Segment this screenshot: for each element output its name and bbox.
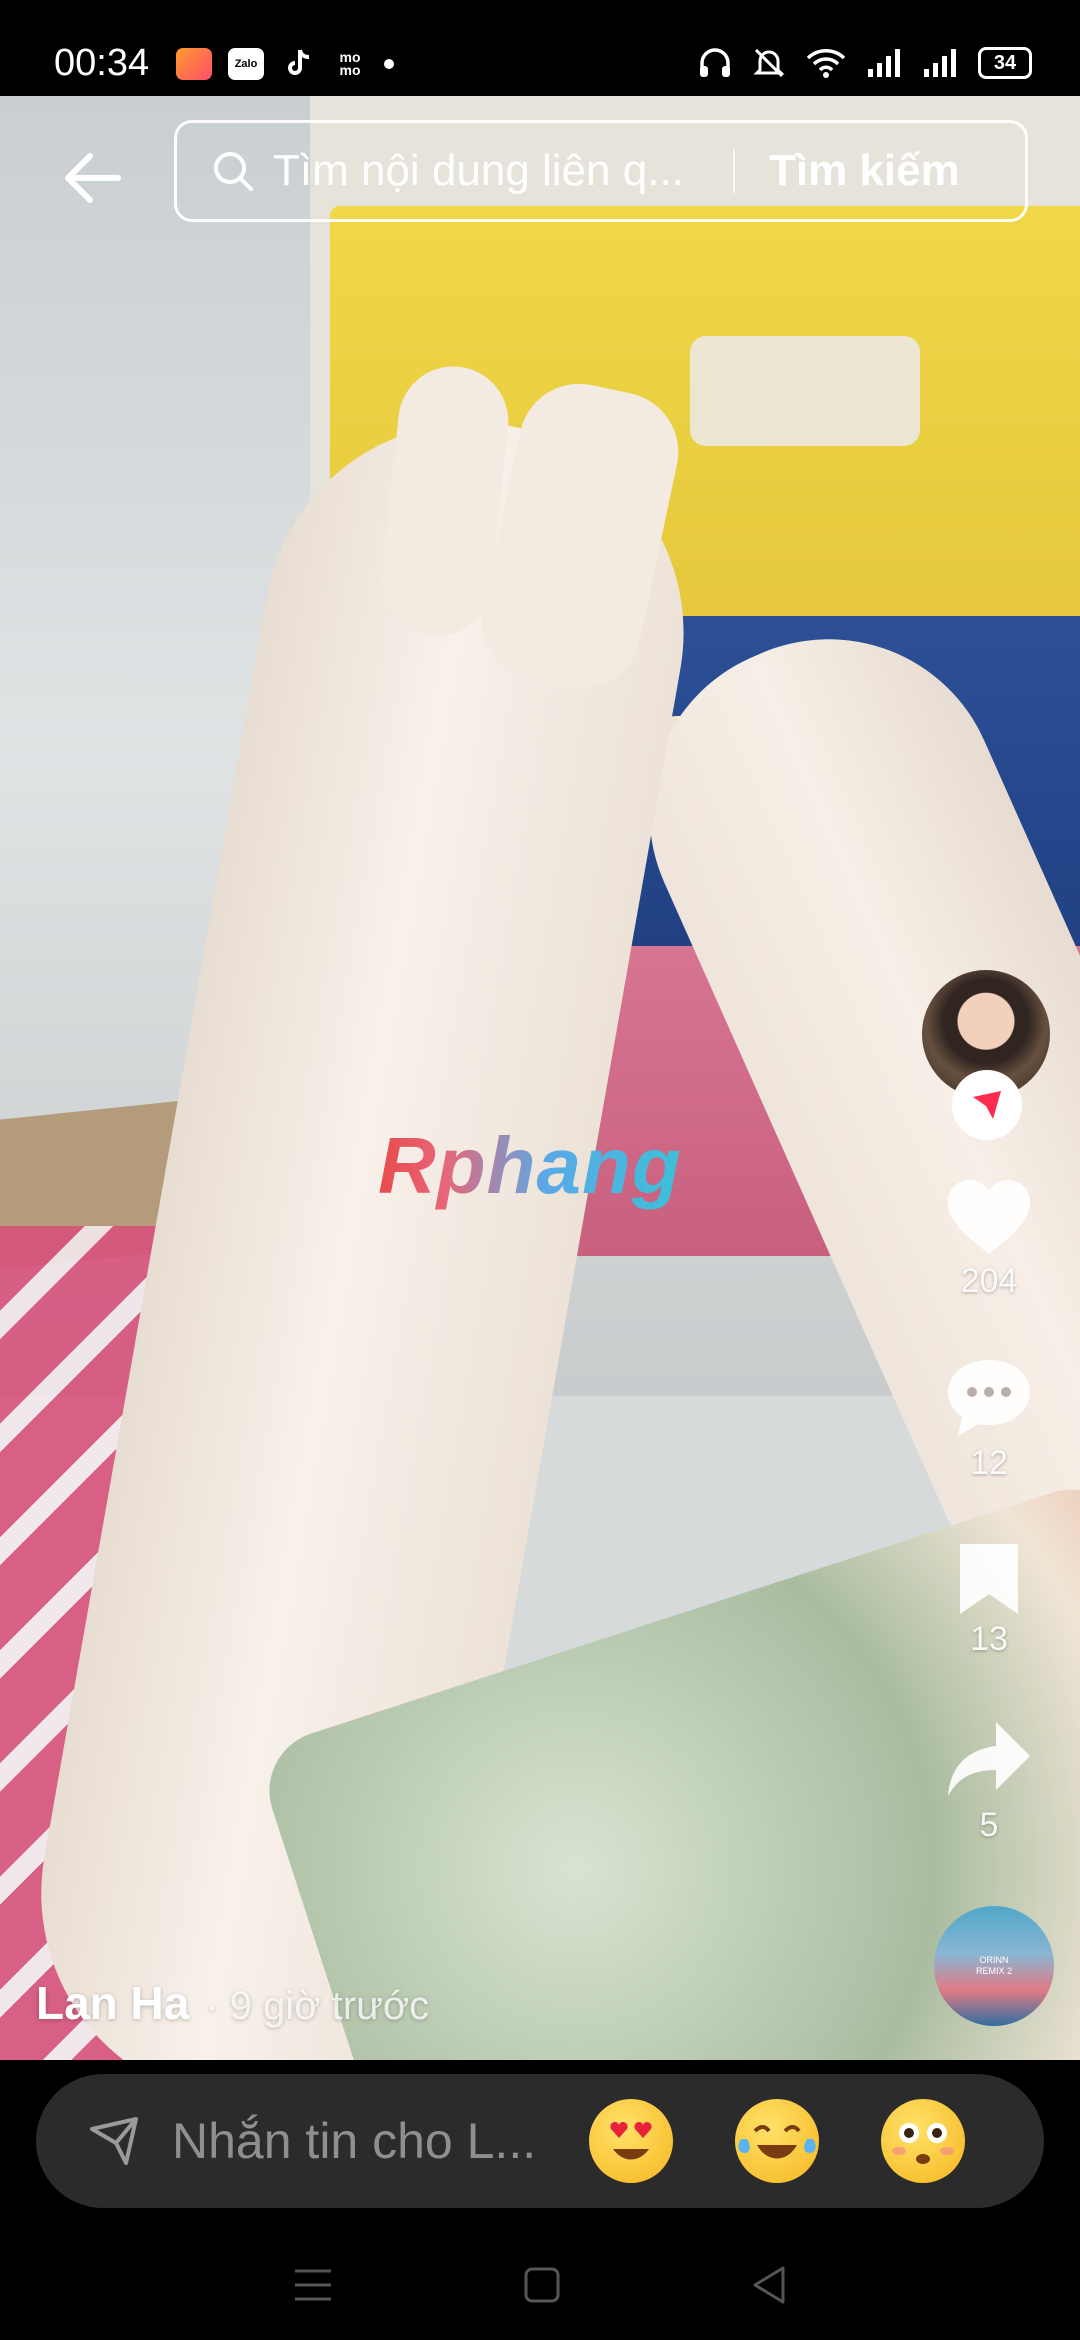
battery-indicator: 34 [978, 47, 1032, 79]
bookmark-icon [960, 1544, 1018, 1614]
creator-avatar-group[interactable] [922, 970, 1052, 1140]
flushed-emoji-icon [881, 2099, 965, 2183]
notification-dot [384, 59, 394, 69]
arrow-left-icon [65, 153, 121, 203]
share-button[interactable]: 5 [924, 1718, 1054, 1845]
system-icons: 34 [698, 46, 1032, 80]
screen: 00:34 Zalo mo mo 34 Tìm nội dung liên q.… [0, 0, 1080, 2340]
status-bar: 00:34 Zalo mo mo 34 [0, 0, 1080, 96]
music-disc-label: ORINN [979, 1955, 1009, 1965]
search-icon [211, 149, 255, 193]
back-button[interactable] [56, 142, 128, 214]
search-button[interactable]: Tìm kiếm [769, 146, 960, 196]
headphones-icon [700, 48, 730, 77]
comment-button[interactable]: 12 [924, 1356, 1054, 1483]
search-divider [733, 149, 735, 193]
heart-eyes-emoji-icon [589, 2099, 673, 2183]
message-input[interactable]: Nhắn tin cho L... [172, 2112, 564, 2170]
music-disc-sublabel: REMIX 2 [975, 1966, 1012, 1976]
like-count: 204 [960, 1262, 1018, 1300]
signal-icon [924, 49, 956, 77]
video-watermark: Rphang [378, 1121, 682, 1210]
share-count: 5 [979, 1806, 999, 1844]
author-name[interactable]: Lan Ha [36, 1976, 189, 2030]
gallery-app-icon [176, 48, 212, 80]
save-button[interactable]: 13 [924, 1540, 1054, 1659]
post-time: · 9 giờ trước [205, 1984, 430, 2028]
status-time: 00:34 [54, 42, 150, 84]
send-icon [86, 2113, 142, 2169]
search-bar[interactable]: Tìm nội dung liên q... Tìm kiếm [174, 120, 1028, 222]
like-button[interactable]: 204 [924, 1176, 1054, 1301]
share-arrow-icon [948, 1722, 1030, 1796]
comment-bubble-icon [948, 1360, 1030, 1436]
notification-icons: Zalo mo mo [176, 48, 394, 80]
author-info: Lan Ha · 9 giờ trước [36, 1976, 429, 2030]
follow-button[interactable] [952, 1070, 1022, 1140]
save-count: 13 [970, 1620, 1008, 1658]
home-square-icon[interactable] [523, 2266, 561, 2304]
back-triangle-icon[interactable] [751, 2265, 787, 2305]
music-disc[interactable]: ORINN REMIX 2 [934, 1906, 1054, 2026]
comment-count: 12 [970, 1444, 1008, 1482]
wifi-icon [806, 49, 846, 78]
heart-icon [948, 1180, 1030, 1254]
signal-icon [868, 49, 900, 77]
menu-icon[interactable] [293, 2267, 333, 2303]
send-arrow-icon [973, 1091, 1001, 1119]
momo-app-icon: mo mo [339, 49, 361, 78]
flushed-emoji-button[interactable] [868, 2086, 978, 2196]
tears-of-joy-emoji-button[interactable] [722, 2086, 832, 2196]
message-bar[interactable]: Nhắn tin cho L... [36, 2074, 1044, 2208]
system-navigation-bar [0, 2230, 1080, 2340]
search-input[interactable]: Tìm nội dung liên q... [273, 146, 719, 196]
tiktok-app-icon [280, 48, 316, 80]
mute-icon [753, 48, 785, 78]
zalo-app-icon: Zalo [228, 48, 264, 80]
heart-eyes-emoji-button[interactable] [576, 2086, 686, 2196]
video-player[interactable] [0, 96, 1080, 2060]
tears-of-joy-emoji-icon [735, 2099, 819, 2183]
